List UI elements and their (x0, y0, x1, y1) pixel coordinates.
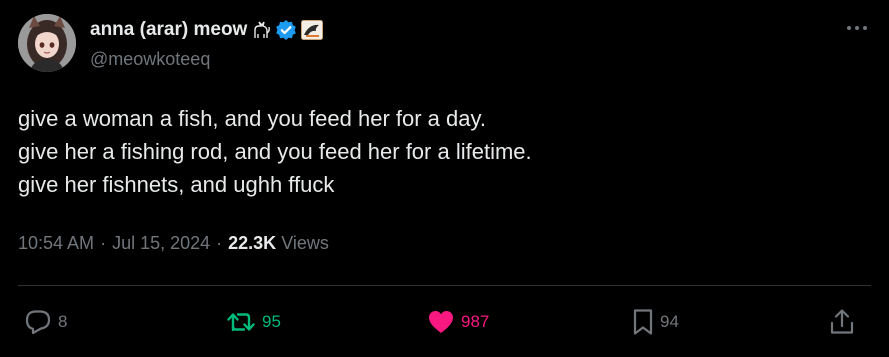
tweet-text: give a woman a fish, and you feed her fo… (18, 102, 858, 201)
avatar[interactable] (18, 14, 76, 72)
bookmark-icon (632, 308, 654, 336)
views-label[interactable]: Views (281, 233, 329, 254)
reply-count: 8 (58, 312, 68, 331)
tweet-metadata: 10:54 AM · Jul 15, 2024 · 22.3K Views (18, 233, 329, 254)
display-name[interactable]: anna (arar) meow (90, 19, 247, 41)
tweet-text-line: give her fishnets, and ughh ffuck (18, 172, 335, 197)
like-button[interactable]: 987 (427, 306, 489, 338)
affiliate-badge-icon[interactable] (301, 20, 324, 40)
tweet-time[interactable]: 10:54 AM (18, 233, 94, 254)
retweet-count: 95 (262, 312, 281, 331)
cat-emoji-icon (251, 20, 271, 40)
like-count: 987 (461, 312, 490, 331)
views-count[interactable]: 22.3K (228, 233, 276, 254)
tweet-date[interactable]: Jul 15, 2024 (112, 233, 210, 254)
meta-separator: · (100, 233, 107, 253)
share-icon (829, 308, 855, 336)
heart-icon (427, 309, 455, 335)
share-button[interactable] (829, 306, 855, 338)
divider (18, 285, 871, 286)
reply-icon (24, 309, 52, 335)
bookmark-button[interactable]: 94 (632, 306, 679, 338)
meta-separator: · (216, 233, 223, 253)
retweet-icon (226, 310, 256, 334)
tweet-text-line: give her a fishing rod, and you feed her… (18, 139, 532, 164)
author-handle[interactable]: @meowkoteeq (90, 49, 210, 70)
tweet-text-line: give a woman a fish, and you feed her fo… (18, 106, 486, 131)
action-bar: 8 95 987 94 (0, 306, 889, 338)
reply-button[interactable]: 8 (24, 306, 67, 338)
retweet-button[interactable]: 95 (226, 306, 281, 338)
tweet-card: anna (arar) meow @meowkoteeq give a woma… (0, 0, 889, 357)
verified-badge-icon[interactable] (275, 19, 297, 41)
author-name-row: anna (arar) meow (90, 17, 324, 43)
bookmark-count: 94 (660, 312, 679, 331)
more-options-icon[interactable] (843, 18, 871, 38)
